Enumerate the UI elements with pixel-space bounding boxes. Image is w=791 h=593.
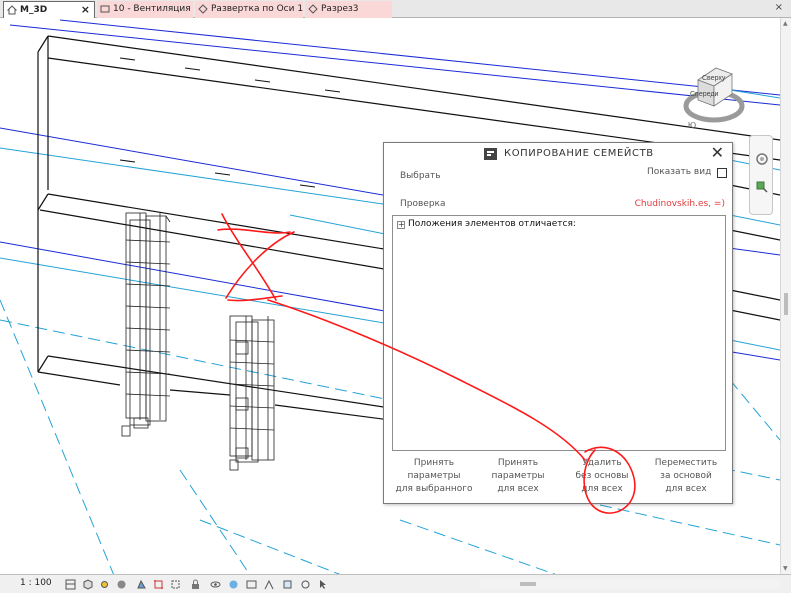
tab-m-3d[interactable]: M_3D × (3, 1, 95, 18)
visual-style-icon[interactable] (82, 579, 93, 590)
show-view-checkbox[interactable] (717, 168, 727, 178)
analytical-icon[interactable] (264, 579, 275, 590)
scroll-up-icon[interactable]: ▲ (783, 20, 788, 27)
logo-icon (484, 148, 497, 160)
temporary-hide-icon[interactable] (210, 579, 221, 590)
tab-section-3[interactable]: Разрез3 (305, 1, 392, 18)
button-line: для всех (497, 484, 539, 494)
expander-icon[interactable]: + (397, 221, 405, 229)
view-control-bar: 1 : 100 (0, 574, 791, 593)
zoom-icon[interactable] (755, 180, 769, 194)
select-button[interactable]: Выбрать (400, 171, 441, 181)
check-button[interactable]: Проверка (400, 199, 446, 209)
view-icon (198, 4, 208, 14)
sun-icon[interactable] (99, 579, 110, 590)
view-tab-bar: M_3D × 10 - Вентиляция Развертка по Оси … (0, 0, 791, 18)
button-line: Принять (497, 458, 539, 468)
render-icon[interactable] (136, 579, 147, 590)
button-line: параметры (407, 471, 461, 481)
compass-label: Ю (688, 121, 696, 130)
show-view-label: Показать вид (647, 167, 712, 177)
scrollbar-thumb[interactable] (520, 582, 536, 586)
horizontal-scrollbar[interactable] (480, 579, 780, 589)
steering-wheel-icon[interactable] (755, 152, 769, 166)
scroll-down-icon[interactable]: ▼ (783, 565, 788, 572)
revit-window: M_3D × 10 - Вентиляция Развертка по Оси … (0, 0, 791, 593)
reveal-icon[interactable] (228, 579, 239, 590)
button-line: Переместить (654, 458, 718, 468)
scale-label[interactable]: 1 : 100 (20, 578, 52, 588)
tab-label: 10 - Вентиляция (113, 4, 191, 14)
button-line: без основы (575, 471, 629, 481)
rebar-cage-left (121, 212, 171, 437)
delete-unhosted-all-button[interactable]: Удалить без основы для всех (560, 457, 644, 501)
tab-label: Развертка по Оси 1 (211, 4, 304, 14)
tab-close-icon[interactable]: × (81, 2, 90, 18)
scrollbar-thumb[interactable] (784, 293, 788, 315)
tab-label: M_3D (20, 5, 48, 15)
dimension-marks (119, 57, 341, 188)
dialog-title: КОПИРОВАНИЕ СЕМЕЙСТВ (504, 148, 654, 159)
author-label: Chudinovskih.es, =) (634, 199, 725, 209)
crop-region-icon[interactable] (170, 579, 181, 590)
shadow-icon[interactable] (116, 579, 127, 590)
select-icon[interactable] (318, 579, 329, 590)
tab-bar-background (392, 0, 791, 17)
view-cube[interactable]: Сверху Спереди Ю (668, 58, 760, 134)
close-icon[interactable]: ✕ (711, 144, 724, 162)
button-line: за основой (660, 471, 712, 481)
rebar-cage-right (229, 315, 275, 471)
home-icon (7, 5, 17, 15)
button-line: параметры (491, 471, 545, 481)
tab-ventilation[interactable]: 10 - Вентиляция (97, 1, 193, 18)
button-line: Удалить (582, 458, 622, 468)
view-icon (308, 4, 318, 14)
move-with-host-all-button[interactable]: Переместить за основой для всех (644, 457, 728, 501)
lock-icon[interactable] (190, 579, 201, 590)
viewcube-front-label: Спереди (690, 91, 718, 98)
copy-families-dialog: КОПИРОВАНИЕ СЕМЕЙСТВ ✕ Выбрать Показать … (383, 142, 733, 504)
tree-node-position-differs[interactable]: Положения элементов отличается: (408, 219, 576, 229)
button-line: для всех (665, 484, 707, 494)
button-line: для выбранного (395, 484, 473, 494)
viewcube-top-label: Сверху (702, 75, 726, 82)
workset-icon[interactable] (246, 579, 257, 590)
accept-params-selected-button[interactable]: Принять параметры для выбранного (392, 457, 476, 501)
vertical-scrollbar[interactable]: ▲ ▼ (780, 18, 791, 574)
view-icon (100, 5, 110, 13)
constraints-icon[interactable] (300, 579, 311, 590)
close-icon[interactable]: × (775, 2, 783, 13)
detail-level-icon[interactable] (65, 579, 76, 590)
tab-elevation-axis-1[interactable]: Развертка по Оси 1 (195, 1, 303, 18)
accept-params-all-button[interactable]: Принять параметры для всех (476, 457, 560, 501)
crop-icon[interactable] (153, 579, 164, 590)
highlight-icon[interactable] (282, 579, 293, 590)
button-line: для всех (581, 484, 623, 494)
tab-label: Разрез3 (321, 4, 359, 14)
results-tree[interactable]: + Положения элементов отличается: (392, 215, 726, 451)
button-line: Принять (413, 458, 455, 468)
navigation-bar (749, 135, 773, 215)
